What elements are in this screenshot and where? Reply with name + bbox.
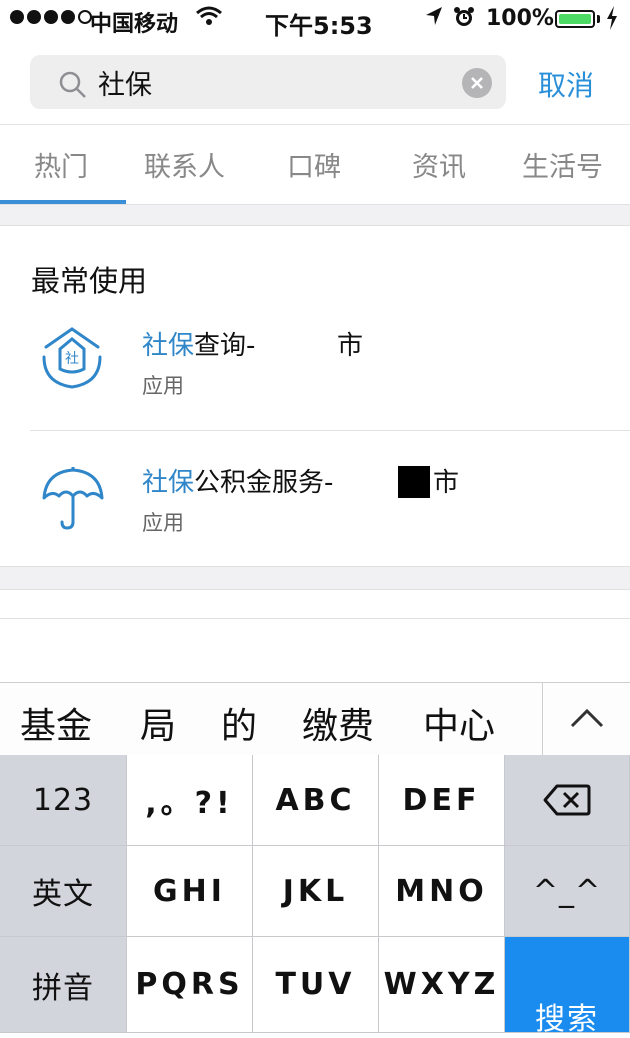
key-english[interactable]: 英文 xyxy=(0,846,127,937)
battery-tip xyxy=(597,15,600,23)
tab-koubei[interactable]: 口碑 xyxy=(287,145,341,184)
battery-icon xyxy=(555,10,595,28)
item-title: 社保公积金服务- xyxy=(142,468,334,498)
clear-icon[interactable] xyxy=(462,68,492,98)
ime-candidate[interactable]: 的 xyxy=(221,697,257,749)
ime-candidate[interactable]: 缴费 xyxy=(302,697,374,749)
key-pinyin[interactable]: 拼音 xyxy=(0,937,127,1033)
svg-text:社: 社 xyxy=(65,351,79,367)
tab-hot[interactable]: 热门 xyxy=(34,145,88,184)
redacted-block xyxy=(398,466,430,498)
house-shield-icon: 社 xyxy=(40,325,104,395)
key-abc[interactable]: ABC xyxy=(253,755,379,846)
signal-strength-icon xyxy=(10,10,92,24)
search-icon xyxy=(58,70,88,104)
tab-news[interactable]: 资讯 xyxy=(412,145,466,184)
ime-candidate[interactable]: 中心 xyxy=(423,697,495,749)
list-divider xyxy=(0,618,630,619)
item-subtitle: 应用 xyxy=(142,374,184,398)
key-jkl[interactable]: JKL xyxy=(253,846,379,937)
key-punctuation[interactable]: ,。?! xyxy=(127,755,253,846)
item-title-suffix: 市 xyxy=(337,331,364,361)
battery-percentage: 100% xyxy=(486,6,554,31)
search-key-label: 搜索 xyxy=(535,1002,599,1037)
key-123[interactable]: 123 xyxy=(0,755,127,846)
charging-bolt-icon xyxy=(605,5,619,37)
item-title: 社保查询- xyxy=(142,331,256,361)
carrier-name: 中国移动 xyxy=(90,12,179,37)
cancel-button[interactable]: 取消 xyxy=(538,64,594,104)
search-key[interactable]: 搜索 xyxy=(505,937,630,1037)
expand-candidates-button[interactable] xyxy=(543,682,630,755)
key-def[interactable]: DEF xyxy=(379,755,505,846)
wifi-icon xyxy=(196,5,222,33)
section-title: 最常使用 xyxy=(31,264,148,298)
key-wxyz[interactable]: WXYZ xyxy=(379,937,505,1033)
chevron-up-icon xyxy=(570,708,604,728)
key-pqrs[interactable]: PQRS xyxy=(127,937,253,1033)
section-separator xyxy=(0,204,630,226)
status-bar: 中国移动 下午5:53 100% xyxy=(0,0,630,40)
alarm-clock-icon xyxy=(452,5,476,35)
search-input[interactable]: 社保 xyxy=(98,63,152,102)
key-tuv[interactable]: TUV xyxy=(253,937,379,1033)
location-arrow-icon xyxy=(424,5,444,33)
tab-life-accounts[interactable]: 生活号 xyxy=(522,145,603,184)
tab-contacts[interactable]: 联系人 xyxy=(144,145,225,184)
ime-candidate[interactable]: 局 xyxy=(140,697,176,749)
status-time: 下午5:53 xyxy=(265,12,373,40)
item-subtitle: 应用 xyxy=(142,511,184,535)
key-ghi[interactable]: GHI xyxy=(127,846,253,937)
redacted-area xyxy=(276,326,332,360)
section-gap xyxy=(0,566,630,590)
umbrella-icon xyxy=(40,464,106,536)
ime-candidate[interactable]: 基金 xyxy=(20,697,92,749)
key-mno[interactable]: MNO xyxy=(379,846,505,937)
backspace-icon xyxy=(543,784,591,816)
backspace-key[interactable] xyxy=(505,755,630,846)
item-title-suffix: 市 xyxy=(433,468,460,498)
key-emoticon[interactable]: ^_^ xyxy=(505,846,630,937)
